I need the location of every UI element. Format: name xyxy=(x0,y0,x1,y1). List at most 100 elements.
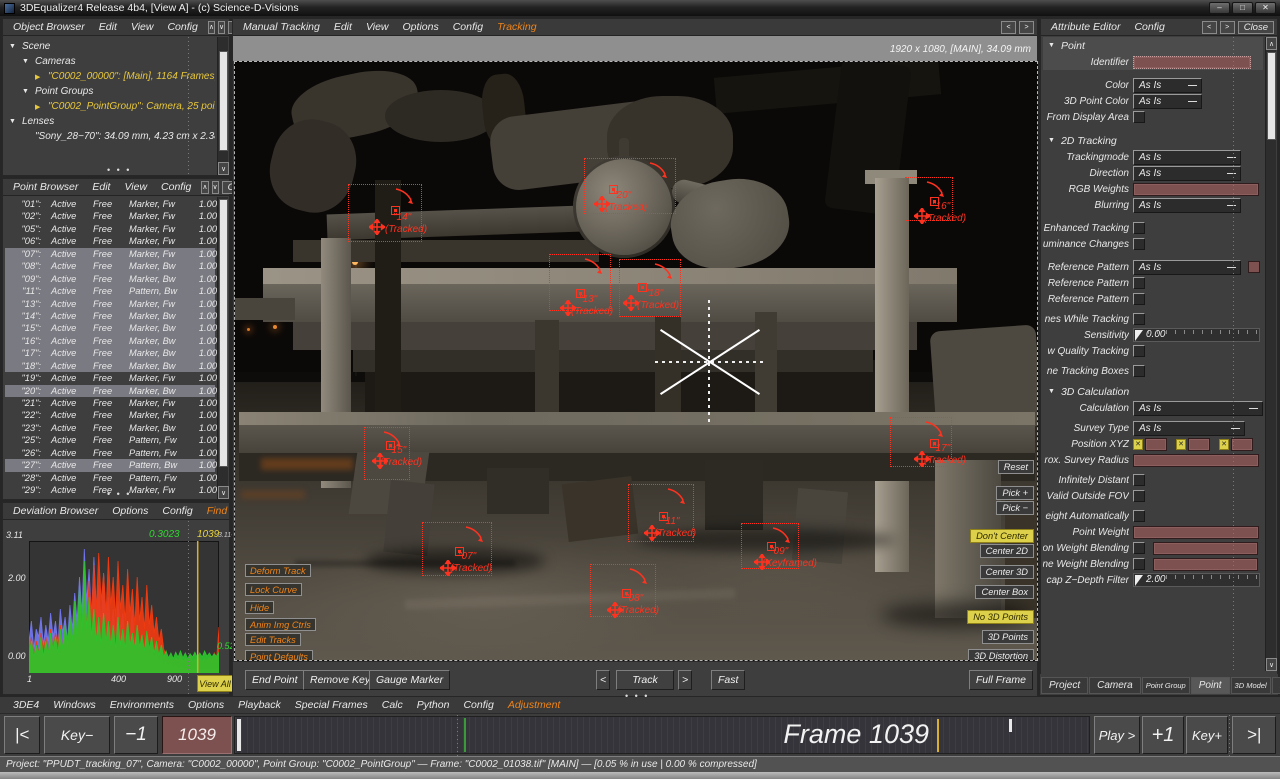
main-menu-item-windows[interactable]: Windows xyxy=(46,699,103,711)
menu-item-point-browser[interactable]: Point Browser xyxy=(6,181,85,193)
point-row[interactable]: "06":ActiveFreeMarker, Fw1.00 xyxy=(5,235,215,247)
tree-item-scene[interactable]: ▼Scene xyxy=(5,39,215,54)
point-row[interactable]: "13":ActiveFreeMarker, Fw1.00 xyxy=(5,298,215,310)
main-menu-item-config[interactable]: Config xyxy=(456,699,500,711)
edit-tracks-button[interactable]: Edit Tracks xyxy=(245,633,301,646)
from-display-area-checkbox[interactable] xyxy=(1133,111,1145,123)
menu-item-deviation-browser[interactable]: Deviation Browser xyxy=(6,505,105,517)
menu-item-view[interactable]: View xyxy=(359,21,396,33)
tab-point[interactable]: Point xyxy=(1191,677,1230,694)
track-next-button[interactable]: > xyxy=(678,670,692,690)
minimize-button[interactable]: – xyxy=(1209,2,1230,14)
ne-weight-blending-field[interactable] xyxy=(1153,558,1258,571)
xyz-field[interactable] xyxy=(1188,438,1210,451)
viewer-image[interactable]: "14"(Tracked)"20"(Tracked)"16"(Tracked)"… xyxy=(234,61,1038,661)
point-row[interactable]: "19":ActiveFreeMarker, Fw1.00 xyxy=(5,372,215,384)
point-row[interactable]: "01":ActiveFreeMarker, Fw1.00 xyxy=(5,198,215,210)
point-row[interactable]: "20":ActiveFreeMarker, Bw1.00 xyxy=(5,385,215,397)
scroll-thumb[interactable] xyxy=(219,199,228,467)
tracking-marker-11[interactable]: "11"(Tracked) xyxy=(628,484,694,542)
point-row[interactable]: "08":ActiveFreeMarker, Bw1.00 xyxy=(5,260,215,272)
pick-button[interactable]: Pick + xyxy=(996,486,1034,500)
section-2d-tracking[interactable]: ▼2D Tracking xyxy=(1043,132,1263,149)
anim-img-ctrls-button[interactable]: Anim Img Ctrls xyxy=(245,618,316,631)
tracking-marker-09[interactable]: "09"(Keyframed) xyxy=(741,523,799,569)
section-3d-calculation[interactable]: ▼3D Calculation xyxy=(1043,383,1263,400)
nes-while-tracking-checkbox[interactable] xyxy=(1133,313,1145,325)
sensitivity-slider[interactable]: 0.00 xyxy=(1133,328,1260,342)
center-box-button[interactable]: Center Box xyxy=(975,585,1034,599)
play-button[interactable]: Play > xyxy=(1094,716,1140,754)
main-menu-item-python[interactable]: Python xyxy=(410,699,457,711)
point-row[interactable]: "07":ActiveFreeMarker, Fw1.00 xyxy=(5,248,215,260)
menu-item-edit[interactable]: Edit xyxy=(85,181,117,193)
eight-automatically-checkbox[interactable] xyxy=(1133,510,1145,522)
next-view-icon[interactable]: > xyxy=(1019,21,1034,34)
point-browser-scrollbar[interactable]: ∨ xyxy=(217,197,228,499)
plus-one-button[interactable]: +1 xyxy=(1142,716,1184,754)
point-row[interactable]: "22":ActiveFreeMarker, Fw1.00 xyxy=(5,409,215,421)
calculation-dropdown[interactable]: As Is— xyxy=(1133,401,1263,416)
menu-item-edit[interactable]: Edit xyxy=(92,21,124,33)
hide-button[interactable]: Hide xyxy=(245,601,274,614)
panel-up-icon[interactable]: ∧ xyxy=(208,21,215,34)
menu-item-attribute-editor[interactable]: Attribute Editor xyxy=(1044,21,1127,33)
point-row[interactable]: "21":ActiveFreeMarker, Fw1.00 xyxy=(5,397,215,409)
menu-item-config[interactable]: Config xyxy=(160,21,204,33)
xyz-checkbox[interactable]: ✕ xyxy=(1219,439,1229,450)
key-plus-button[interactable]: Key+ xyxy=(1186,716,1228,754)
xyz-checkbox[interactable]: ✕ xyxy=(1176,439,1186,450)
point-row[interactable]: "02":ActiveFreeMarker, Fw1.00 xyxy=(5,210,215,222)
point-defaults-button[interactable]: Point Defaults xyxy=(245,650,313,661)
move-cross-icon[interactable] xyxy=(369,219,385,235)
menu-item-find[interactable]: Find xyxy=(200,505,234,517)
object-browser-scrollbar[interactable]: ∨ xyxy=(217,37,228,175)
tree-item-sony-28-70[interactable]: "Sony_28−70": 34.09 mm, 4.23 cm x 2.38 c xyxy=(5,129,215,144)
menu-item-view[interactable]: View xyxy=(124,21,161,33)
menu-item-options[interactable]: Options xyxy=(396,21,446,33)
tracking-marker-13[interactable]: "13"(Tracked) xyxy=(549,254,611,311)
track-label-button[interactable]: Track xyxy=(616,670,674,690)
tree-item-c0002-pointgr[interactable]: ▶"C0002_PointGroup": Camera, 25 points xyxy=(5,99,215,114)
next-node-icon[interactable]: > xyxy=(1220,21,1235,34)
cap-z-depth-filter-slider[interactable]: 2.00 xyxy=(1133,573,1260,587)
point-row[interactable]: "26":ActiveFreePattern, Fw1.00 xyxy=(5,447,215,459)
point-row[interactable]: "17":ActiveFreeMarker, Bw1.00 xyxy=(5,347,215,359)
valid-outside-fov-checkbox[interactable] xyxy=(1133,490,1145,502)
main-menu-item-options[interactable]: Options xyxy=(181,699,231,711)
full-frame-button[interactable]: Full Frame xyxy=(969,670,1033,690)
prev-node-icon[interactable]: < xyxy=(1202,21,1217,34)
menu-item-tracking[interactable]: Tracking xyxy=(490,21,543,33)
deform-track-button[interactable]: Deform Track xyxy=(245,564,311,577)
scroll-thumb[interactable] xyxy=(219,51,228,151)
scroll-thumb[interactable] xyxy=(1267,52,1276,140)
current-frame-tick[interactable] xyxy=(1009,719,1012,732)
reset-button[interactable]: Reset xyxy=(998,460,1034,474)
frame-number-field[interactable]: 1039 xyxy=(162,716,232,754)
on-weight-blending-field[interactable] xyxy=(1153,542,1258,555)
pattern-swatch[interactable] xyxy=(1248,261,1260,273)
point-row[interactable]: "18":ActiveFreeMarker, Bw1.00 xyxy=(5,360,215,372)
center-2d-button[interactable]: Center 2D xyxy=(980,544,1034,558)
main-menu-item-environments[interactable]: Environments xyxy=(103,699,181,711)
slider-start-handle[interactable] xyxy=(237,719,241,751)
scroll-down-icon[interactable]: ∨ xyxy=(1266,658,1277,671)
point-row[interactable]: "25":ActiveFreePattern, Fw1.00 xyxy=(5,434,215,446)
tab-lens[interactable]: Lens xyxy=(1272,677,1280,694)
track-prev-button[interactable]: < xyxy=(596,670,610,690)
reference-pattern-checkbox[interactable] xyxy=(1133,293,1145,305)
go-to-start-button[interactable]: |< xyxy=(4,716,40,754)
end-point-button[interactable]: End Point xyxy=(245,670,305,690)
section-point[interactable]: ▼Point xyxy=(1043,37,1263,54)
pick-button[interactable]: Pick − xyxy=(996,501,1034,515)
main-menu-item-adjustment[interactable]: Adjustment xyxy=(501,699,568,711)
slider-thumb[interactable] xyxy=(1135,575,1143,586)
menu-item-config[interactable]: Config xyxy=(1127,21,1171,33)
ne-tracking-boxes-checkbox[interactable] xyxy=(1133,365,1145,377)
scroll-up-icon[interactable]: ∧ xyxy=(1266,37,1277,50)
panel-down-icon[interactable]: ∨ xyxy=(212,181,219,194)
tracking-marker-17[interactable]: "17"(Tracked) xyxy=(890,417,952,467)
fast-label-button[interactable]: Fast xyxy=(711,670,745,690)
tracking-marker-15[interactable]: "15"(Tracked) xyxy=(364,427,410,480)
panel-grip[interactable]: • • • xyxy=(107,489,131,499)
